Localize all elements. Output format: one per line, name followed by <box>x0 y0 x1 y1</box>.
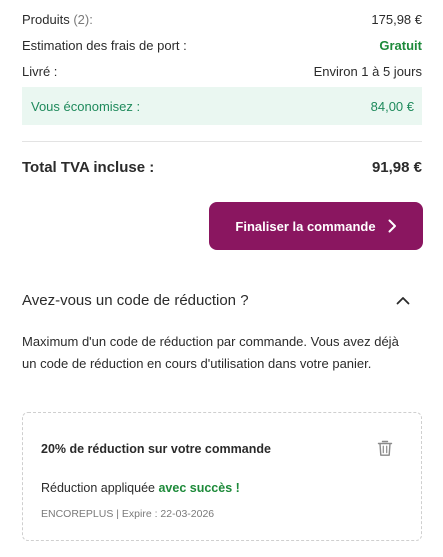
coupon-status: Réduction appliquée avec succès ! <box>41 481 240 495</box>
shipping-row: Estimation des frais de port : Gratuit <box>22 38 422 53</box>
savings-label: Vous économisez : <box>31 98 141 114</box>
total-value: 91,98 € <box>371 159 422 176</box>
delivery-label: Livré : <box>22 64 58 79</box>
promo-description: Maximum d'un code de réduction par comma… <box>22 334 399 371</box>
checkout-button-label: Finaliser la commande <box>235 218 376 234</box>
shipping-label: Estimation des frais de port : <box>22 38 187 53</box>
products-label: Produits <box>22 12 70 27</box>
coupon-success-text: avec succès ! <box>158 481 240 495</box>
total-row: Total TVA incluse : 91,98 € <box>22 159 422 176</box>
promo-heading: Avez-vous un code de réduction ? <box>22 292 249 309</box>
total-label: Total TVA incluse : <box>22 159 155 176</box>
coupon-meta: ENCOREPLUS | Expire : 22-03-2026 <box>41 508 215 520</box>
coupon-applied-label: Réduction appliquée <box>41 481 155 495</box>
chevron-up-icon <box>396 296 410 305</box>
divider <box>22 141 422 142</box>
savings-row: Vous économisez : 84,00 € <box>22 87 422 125</box>
products-label-group: Produits (2): <box>22 12 93 27</box>
savings-value: 84,00 € <box>370 98 414 114</box>
products-row: Produits (2): 175,98 € <box>22 12 422 27</box>
delivery-value: Environ 1 à 5 jours <box>313 64 422 79</box>
trash-icon[interactable] <box>377 439 393 462</box>
delivery-row: Livré : Environ 1 à 5 jours <box>22 64 422 79</box>
chevron-right-icon <box>388 219 397 233</box>
shipping-value: Gratuit <box>379 38 422 53</box>
checkout-button[interactable]: Finaliser la commande <box>209 202 423 250</box>
coupon-title: 20% de réduction sur votre commande <box>41 442 271 456</box>
promo-code-toggle[interactable]: Avez-vous un code de réduction ? <box>22 292 422 309</box>
applied-coupon-card: 20% de réduction sur votre commande Rédu… <box>22 412 422 541</box>
products-count: (2): <box>73 12 93 27</box>
products-value: 175,98 € <box>371 12 422 27</box>
